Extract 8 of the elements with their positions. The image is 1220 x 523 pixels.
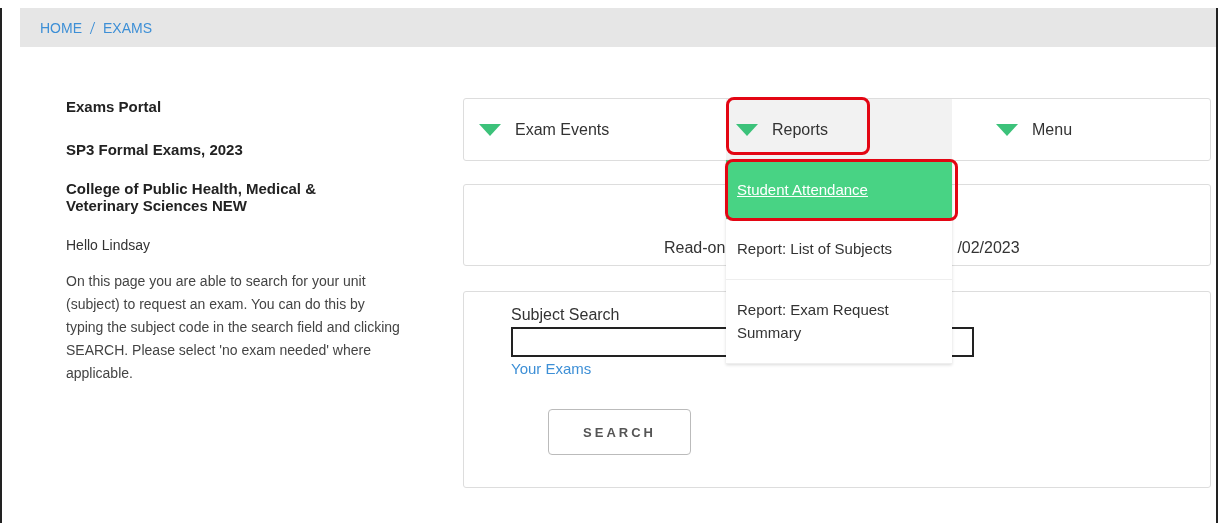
notice-text: Read-on [664, 239, 726, 257]
description: On this page you are able to search for your unit (subject) to request an exam. You can do this by typing the subject code in the search field and clicking SEARCH. Please select 'no exam needed' where applicable. [66, 272, 401, 383]
event-title: SP3 Formal Exams, 2023 [66, 141, 244, 158]
notice-text: /02/2023 [957, 239, 1020, 257]
field-label: Subject Search [511, 306, 620, 324]
college-name: College of Public Health, Medical & Veterinary Sciences NEW [66, 180, 318, 214]
greeting: Hello Lindsay [66, 237, 152, 253]
portal-title: Exams Portal [66, 98, 163, 115]
